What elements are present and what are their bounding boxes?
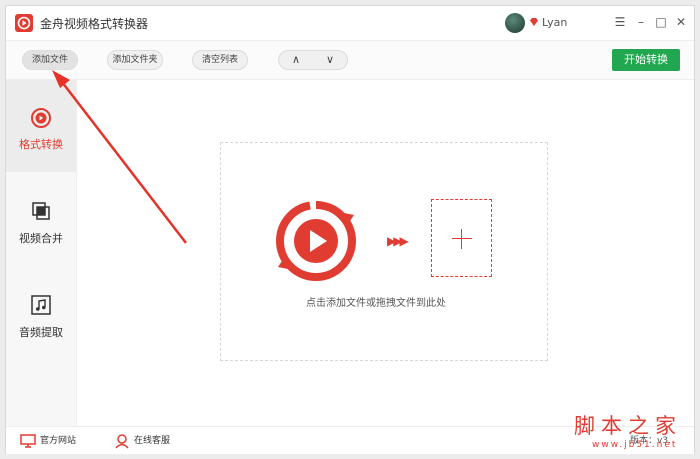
sidebar-item-label: 音频提取 — [19, 326, 63, 339]
reorder-group: ∧ ∨ — [278, 50, 348, 70]
title-bar: 金舟视频格式转换器 Lyan ☰ – □ ✕ — [6, 6, 694, 41]
customer-service-icon — [115, 434, 129, 449]
drop-hint: 点击添加文件或拖拽文件到此处 — [306, 298, 446, 309]
sidebar: 格式转换 视频合并 音频提取 — [6, 80, 77, 426]
sidebar-item-format-convert[interactable]: 格式转换 — [6, 80, 76, 172]
add-folder-button[interactable]: 添加文件夹 — [107, 50, 163, 70]
online-service-label: 在线客服 — [134, 436, 171, 446]
watermark-main: 脚本之家 — [574, 414, 682, 438]
avatar[interactable] — [505, 13, 525, 33]
move-down-button[interactable]: ∨ — [313, 51, 347, 69]
app-window: 金舟视频格式转换器 Lyan ☰ – □ ✕ 添加文件 添加文件夹 清空列表 ∧… — [5, 5, 695, 454]
sidebar-item-video-merge[interactable]: 视频合并 — [6, 174, 76, 266]
official-site-label: 官方网站 — [40, 436, 77, 446]
app-title: 金舟视频格式转换器 — [40, 17, 149, 31]
site-watermark: 脚本之家 www.jb51.net — [574, 410, 690, 454]
add-file-plus-button[interactable] — [431, 199, 492, 277]
close-button[interactable]: ✕ — [673, 14, 689, 30]
watermark-sub: www.jb51.net — [592, 440, 678, 450]
official-site-link[interactable]: 官方网站 — [20, 433, 90, 449]
toolbar: 添加文件 添加文件夹 清空列表 ∧ ∨ 开始转换 — [6, 41, 694, 80]
add-file-button[interactable]: 添加文件 — [22, 50, 78, 70]
start-convert-button[interactable]: 开始转换 — [612, 49, 680, 71]
music-note-icon — [31, 295, 51, 315]
convert-play-icon[interactable] — [274, 199, 358, 283]
file-drop-zone[interactable] — [220, 142, 548, 361]
online-service-link[interactable]: 在线客服 — [114, 433, 184, 449]
sidebar-item-label: 视频合并 — [19, 232, 63, 245]
merge-squares-icon — [32, 202, 50, 220]
clear-list-button[interactable]: 清空列表 — [192, 50, 248, 70]
vip-diamond-icon — [530, 18, 538, 26]
sidebar-item-label: 格式转换 — [19, 138, 63, 151]
play-circle-icon — [31, 108, 51, 128]
menu-icon[interactable]: ☰ — [612, 14, 628, 30]
sidebar-item-audio-extract[interactable]: 音频提取 — [6, 268, 76, 360]
convert-arrows-icon: ▶▶▶ — [387, 234, 409, 248]
minimize-button[interactable]: – — [633, 14, 649, 30]
maximize-button[interactable]: □ — [653, 14, 669, 30]
move-up-button[interactable]: ∧ — [279, 51, 313, 69]
app-logo-icon — [15, 14, 33, 32]
username[interactable]: Lyan — [542, 16, 567, 29]
monitor-icon — [20, 434, 36, 448]
